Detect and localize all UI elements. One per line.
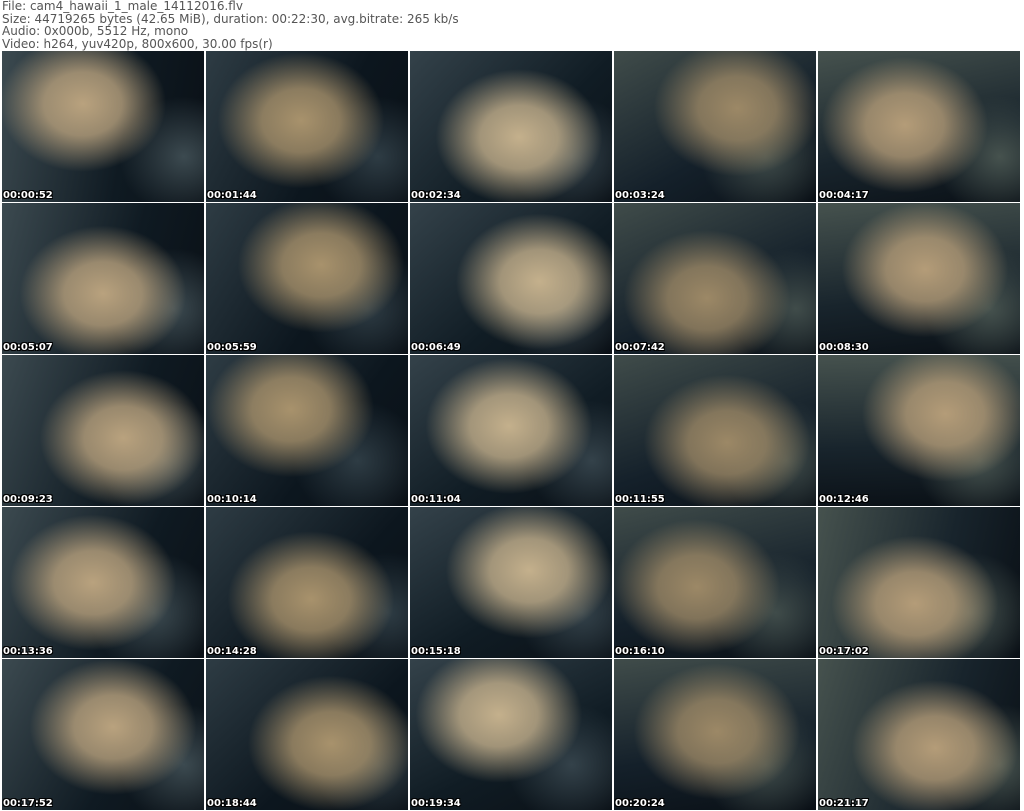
thumbnail-timestamp: 00:21:17 [819, 798, 869, 809]
video-thumbnail: 00:06:49 [410, 203, 612, 354]
thumbnail-timestamp: 00:13:36 [3, 646, 53, 657]
thumbnail-timestamp: 00:16:10 [615, 646, 665, 657]
video-thumbnail: 00:20:24 [614, 659, 816, 810]
video-thumbnail: 00:21:17 [818, 659, 1020, 810]
thumbnail-timestamp: 00:05:07 [3, 342, 53, 353]
thumbnail-timestamp: 00:05:59 [207, 342, 257, 353]
thumbnail-timestamp: 00:17:02 [819, 646, 869, 657]
thumbnail-timestamp: 00:01:44 [207, 190, 257, 201]
video-info: Video: h264, yuv420p, 800x600, 30.00 fps… [2, 36, 273, 51]
thumbnail-timestamp: 00:00:52 [3, 190, 53, 201]
thumbnail-timestamp: 00:17:52 [3, 798, 53, 809]
video-thumbnail: 00:11:04 [410, 355, 612, 506]
thumbnail-timestamp: 00:12:46 [819, 494, 869, 505]
thumbnail-timestamp: 00:03:24 [615, 190, 665, 201]
thumbnail-timestamp: 00:11:55 [615, 494, 665, 505]
video-thumbnail: 00:12:46 [818, 355, 1020, 506]
video-thumbnail: 00:15:18 [410, 507, 612, 658]
audio-info: Audio: 0x000b, 5512 Hz, mono [2, 24, 189, 38]
thumbnail-timestamp: 00:20:24 [615, 798, 665, 809]
video-thumbnail: 00:17:52 [2, 659, 204, 810]
file-name: File: cam4_hawaii_1_male_14112016.flv [2, 0, 243, 13]
thumbnail-timestamp: 00:02:34 [411, 190, 461, 201]
video-thumbnail: 00:10:14 [206, 355, 408, 506]
video-thumbnail: 00:19:34 [410, 659, 612, 810]
thumbnail-timestamp: 00:15:18 [411, 646, 461, 657]
video-thumbnail: 00:05:59 [206, 203, 408, 354]
thumbnail-timestamp: 00:11:04 [411, 494, 461, 505]
video-thumbnail: 00:01:44 [206, 51, 408, 202]
thumbnail-timestamp: 00:06:49 [411, 342, 461, 353]
thumbnail-timestamp: 00:10:14 [207, 494, 257, 505]
video-thumbnail: 00:00:52 [2, 51, 204, 202]
video-thumbnail: 00:13:36 [2, 507, 204, 658]
video-thumbnail: 00:08:30 [818, 203, 1020, 354]
video-thumbnail: 00:18:44 [206, 659, 408, 810]
thumbnail-timestamp: 00:14:28 [207, 646, 257, 657]
file-info-header: File: cam4_hawaii_1_male_14112016.flv Si… [2, 0, 459, 50]
video-thumbnail: 00:11:55 [614, 355, 816, 506]
thumbnail-timestamp: 00:07:42 [615, 342, 665, 353]
video-thumbnail: 00:04:17 [818, 51, 1020, 202]
thumbnail-timestamp: 00:19:34 [411, 798, 461, 809]
video-thumbnail: 00:02:34 [410, 51, 612, 202]
thumbnail-grid: 00:00:52 00:01:44 00:02:34 00:03:24 00:04:17… [2, 51, 1020, 810]
video-thumbnail: 00:03:24 [614, 51, 816, 202]
thumbnail-timestamp: 00:09:23 [3, 494, 53, 505]
video-thumbnail: 00:07:42 [614, 203, 816, 354]
thumbnail-timestamp: 00:08:30 [819, 342, 869, 353]
video-thumbnail: 00:09:23 [2, 355, 204, 506]
video-thumbnail: 00:16:10 [614, 507, 816, 658]
thumbnail-timestamp: 00:18:44 [207, 798, 257, 809]
video-thumbnail: 00:14:28 [206, 507, 408, 658]
video-thumbnail: 00:17:02 [818, 507, 1020, 658]
video-thumbnail: 00:05:07 [2, 203, 204, 354]
thumbnail-timestamp: 00:04:17 [819, 190, 869, 201]
